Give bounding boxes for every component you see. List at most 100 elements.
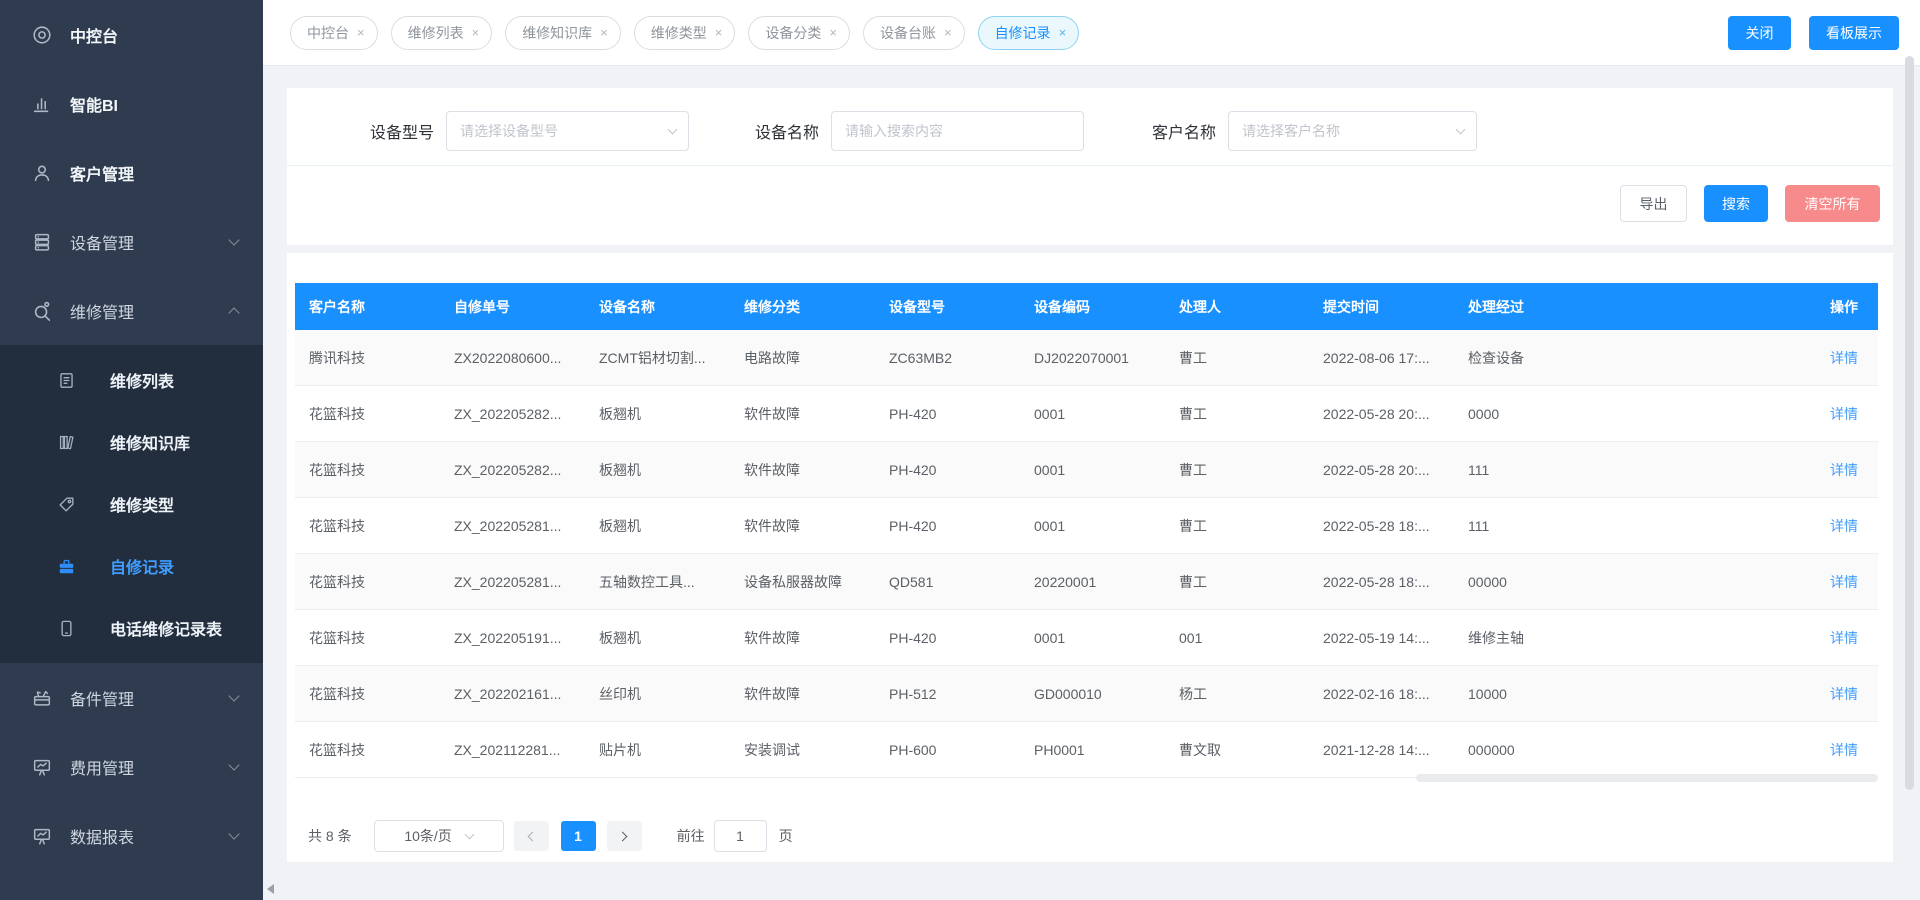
cell-process: 111 xyxy=(1454,518,1704,534)
sidebar-item-reports[interactable]: 数据报表 xyxy=(0,801,263,870)
tab-close-icon[interactable]: × xyxy=(829,26,837,39)
tab-self-repair-records[interactable]: 自修记录 × xyxy=(978,16,1080,50)
tab-knowledge-base[interactable]: 维修知识库 × xyxy=(505,16,621,50)
export-button[interactable]: 导出 xyxy=(1620,185,1687,222)
cell-category: 安装调试 xyxy=(730,740,875,760)
cell-code: DJ2022070001 xyxy=(1020,350,1165,366)
repair-submenu: 维修列表 维修知识库 维修类型 自修记录 xyxy=(0,345,263,663)
tab-close-icon[interactable]: × xyxy=(944,26,952,39)
sidebar-item-repair[interactable]: 维修管理 xyxy=(0,276,263,345)
records-table: 客户名称 自修单号 设备名称 维修分类 设备型号 设备编码 处理人 提交时间 处… xyxy=(295,283,1878,778)
clear-all-button[interactable]: 清空所有 xyxy=(1785,185,1880,222)
cell-code: GD000010 xyxy=(1020,686,1165,702)
cell-device: 板翘机 xyxy=(585,404,730,424)
detail-link[interactable]: 详情 xyxy=(1830,518,1858,534)
sidebar-item-partial[interactable] xyxy=(0,870,263,900)
detail-link[interactable]: 详情 xyxy=(1830,574,1858,590)
search-button[interactable]: 搜索 xyxy=(1704,185,1768,222)
cell-code: 0001 xyxy=(1020,462,1165,478)
detail-link[interactable]: 详情 xyxy=(1830,742,1858,758)
sidebar-item-smart-bi[interactable]: 智能BI xyxy=(0,69,263,138)
cell-device: 五轴数控工具... xyxy=(585,572,730,592)
cell-customer: 花篮科技 xyxy=(295,684,440,704)
next-page-button[interactable] xyxy=(607,821,642,851)
sidebar-item-console[interactable]: 中控台 xyxy=(0,0,263,69)
sidebar-item-repair-list[interactable]: 维修列表 xyxy=(0,349,263,411)
cell-process: 0000 xyxy=(1454,406,1704,422)
goto-page-input[interactable] xyxy=(714,820,767,852)
sidebar-item-label: 智能BI xyxy=(70,92,238,116)
tab-repair-types[interactable]: 维修类型 × xyxy=(634,16,736,50)
cell-process: 维修主轴 xyxy=(1454,628,1704,648)
app-window: 中控台 智能BI 客户管理 设备管理 维修管理 xyxy=(0,0,1920,900)
sidebar-item-self-repair-records[interactable]: 自修记录 xyxy=(0,535,263,597)
cell-device: 贴片机 xyxy=(585,740,730,760)
detail-link[interactable]: 详情 xyxy=(1830,686,1858,702)
cell-category: 软件故障 xyxy=(730,404,875,424)
tab-label: 设备台账 xyxy=(880,23,936,43)
tab-repair-list[interactable]: 维修列表 × xyxy=(391,16,493,50)
cell-code: 20220001 xyxy=(1020,574,1165,590)
customer-name-select[interactable]: 请选择客户名称 xyxy=(1228,111,1477,151)
detail-link[interactable]: 详情 xyxy=(1830,406,1858,422)
col-header-customer: 客户名称 xyxy=(295,297,440,317)
tab-label: 维修类型 xyxy=(651,23,707,43)
close-button[interactable]: 关闭 xyxy=(1728,16,1791,50)
tab-close-icon[interactable]: × xyxy=(600,26,608,39)
sidebar-item-devices[interactable]: 设备管理 xyxy=(0,207,263,276)
horizontal-scrollbar-left-arrow[interactable] xyxy=(267,884,274,894)
tab-console[interactable]: 中控台 × xyxy=(290,16,378,50)
cell-order: ZX_202202161... xyxy=(440,686,585,702)
detail-link[interactable]: 详情 xyxy=(1830,630,1858,646)
tab-device-ledger[interactable]: 设备台账 × xyxy=(863,16,965,50)
tab-close-icon[interactable]: × xyxy=(472,26,480,39)
sidebar-item-knowledge-base[interactable]: 维修知识库 xyxy=(0,411,263,473)
vertical-scrollbar[interactable] xyxy=(1905,56,1914,790)
cell-model: ZC63MB2 xyxy=(875,350,1020,366)
customer-name-filter: 客户名称 请选择客户名称 xyxy=(1152,111,1477,151)
cell-code: PH0001 xyxy=(1020,742,1165,758)
device-model-select[interactable]: 请选择设备型号 xyxy=(446,111,689,151)
cell-time: 2022-05-19 14:... xyxy=(1309,630,1454,646)
sidebar-item-label: 数据报表 xyxy=(70,824,230,848)
detail-link[interactable]: 详情 xyxy=(1830,462,1858,478)
cell-time: 2022-08-06 17:... xyxy=(1309,350,1454,366)
cell-category: 软件故障 xyxy=(730,684,875,704)
sidebar-item-repair-types[interactable]: 维修类型 xyxy=(0,473,263,535)
tab-device-categories[interactable]: 设备分类 × xyxy=(748,16,850,50)
prev-page-button[interactable] xyxy=(514,821,549,851)
tab-close-icon[interactable]: × xyxy=(1059,26,1067,39)
cell-order: ZX_202205191... xyxy=(440,630,585,646)
cell-category: 软件故障 xyxy=(730,460,875,480)
cell-device: 板翘机 xyxy=(585,628,730,648)
device-name-input[interactable] xyxy=(831,111,1084,151)
table-horizontal-scrollbar[interactable] xyxy=(1416,774,1878,782)
sidebar-item-customers[interactable]: 客户管理 xyxy=(0,138,263,207)
briefcase-icon xyxy=(57,557,76,576)
col-header-category: 维修分类 xyxy=(730,297,875,317)
cell-code: 0001 xyxy=(1020,518,1165,534)
clipped-icon xyxy=(31,894,53,900)
cell-customer: 花篮科技 xyxy=(295,740,440,760)
tag-icon xyxy=(57,495,76,514)
chevron-down-icon xyxy=(464,830,474,840)
cell-handler: 曹工 xyxy=(1165,404,1309,424)
table-row: 花篮科技 ZX_202205281... 五轴数控工具... 设备私服器故障 Q… xyxy=(295,554,1878,610)
tab-bar: 中控台 × 维修列表 × 维修知识库 × 维修类型 × 设备分类 × 设备台账 … xyxy=(263,0,1920,66)
table-row: 腾讯科技 ZX2022080600... ZCMT铝材切割... 电路故障 ZC… xyxy=(295,330,1878,386)
col-header-model: 设备型号 xyxy=(875,297,1020,317)
detail-link[interactable]: 详情 xyxy=(1830,350,1858,366)
cell-time: 2022-02-16 18:... xyxy=(1309,686,1454,702)
cell-process: 111 xyxy=(1454,462,1704,478)
cell-category: 软件故障 xyxy=(730,628,875,648)
page-number-current[interactable]: 1 xyxy=(561,821,596,851)
sidebar-item-spare-parts[interactable]: 备件管理 xyxy=(0,663,263,732)
cell-handler: 001 xyxy=(1165,630,1309,646)
sidebar-item-expenses[interactable]: 费用管理 xyxy=(0,732,263,801)
page-size-select[interactable]: 10条/页 xyxy=(374,820,504,852)
tab-close-icon[interactable]: × xyxy=(357,26,365,39)
sidebar-item-phone-repair-log[interactable]: 电话维修记录表 xyxy=(0,597,263,659)
board-display-button[interactable]: 看板展示 xyxy=(1809,16,1899,50)
tab-close-icon[interactable]: × xyxy=(715,26,723,39)
cell-process: 10000 xyxy=(1454,686,1704,702)
